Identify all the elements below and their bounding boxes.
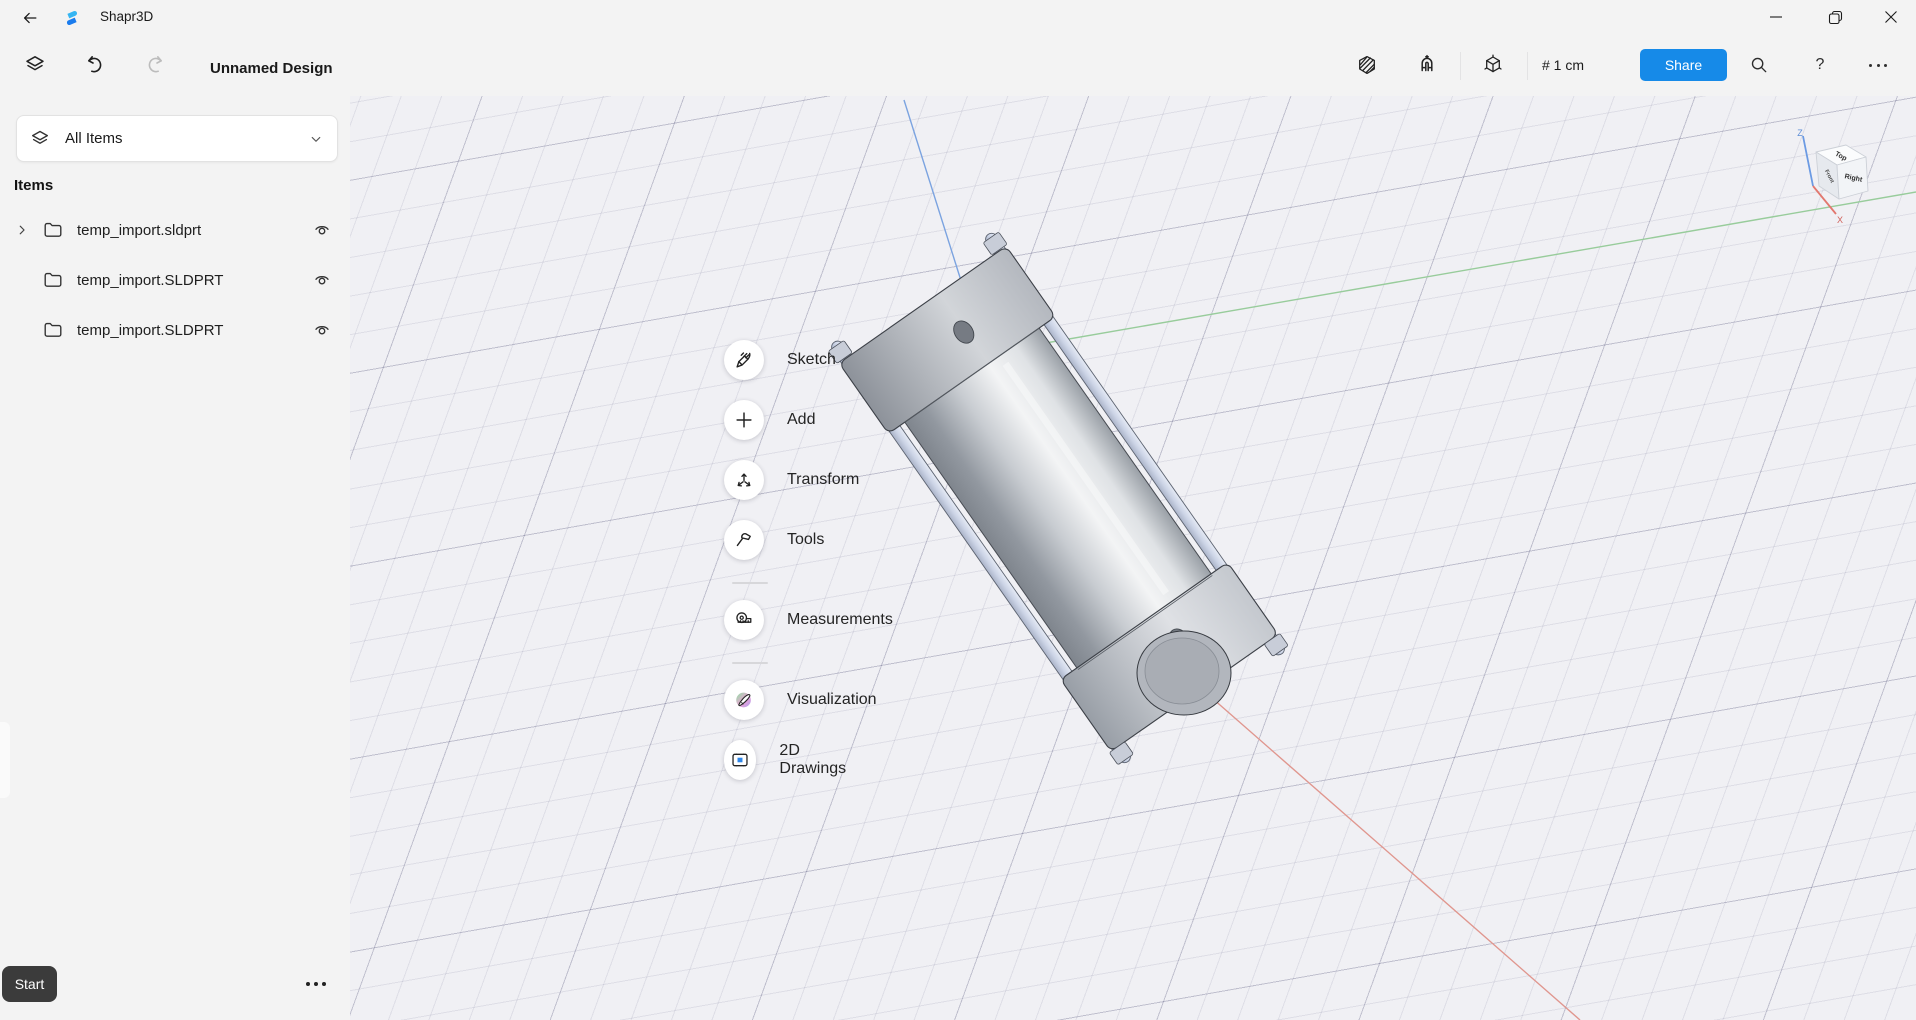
undo-button[interactable] bbox=[78, 48, 112, 82]
close-icon bbox=[1883, 9, 1899, 25]
tool-menu-divider bbox=[732, 582, 768, 584]
help-button[interactable]: ? bbox=[1803, 48, 1837, 82]
view-cube-icon bbox=[1481, 53, 1505, 77]
visibility-toggle[interactable] bbox=[311, 269, 333, 291]
redo-icon bbox=[143, 53, 167, 77]
restore-button[interactable] bbox=[1812, 0, 1858, 34]
visualization-brush-icon bbox=[724, 680, 764, 720]
viewcube-x-label: X bbox=[1837, 215, 1843, 225]
items-panel-toggle[interactable] bbox=[18, 48, 52, 82]
magnet-icon bbox=[1415, 53, 1439, 77]
tool-tools[interactable]: Tools bbox=[724, 520, 824, 560]
layers-icon bbox=[23, 53, 47, 77]
expand-chevron-icon[interactable] bbox=[12, 223, 32, 237]
shapr3d-logo bbox=[61, 7, 83, 29]
hammer-icon bbox=[724, 520, 764, 560]
more-icon bbox=[1869, 64, 1887, 67]
tool-transform[interactable]: Transform bbox=[724, 460, 859, 500]
tool-tools-label: Tools bbox=[787, 531, 824, 549]
restore-icon bbox=[1827, 9, 1844, 26]
more-options-button[interactable] bbox=[1861, 48, 1895, 82]
sketch-pen-icon bbox=[724, 340, 764, 380]
item-row-2[interactable]: temp_import.SLDPRT bbox=[0, 259, 350, 301]
close-button[interactable] bbox=[1868, 0, 1914, 34]
start-button[interactable]: Start bbox=[2, 966, 57, 1002]
design-title[interactable]: Unnamed Design bbox=[210, 60, 333, 77]
tool-menu-divider bbox=[732, 662, 768, 664]
tool-sketch[interactable]: Sketch bbox=[724, 340, 836, 380]
sidebar-more-button[interactable] bbox=[306, 982, 326, 986]
item-name: temp_import.SLDPRT bbox=[77, 322, 223, 339]
item-row-3[interactable]: temp_import.SLDPRT bbox=[0, 309, 350, 351]
undo-icon bbox=[83, 53, 107, 77]
chevron-down-icon bbox=[307, 130, 325, 148]
tool-add[interactable]: Add bbox=[724, 400, 815, 440]
viewport-canvas[interactable]: Z X Top Front Right Sketch Add bbox=[350, 96, 1916, 1020]
tool-measurements[interactable]: Measurements bbox=[724, 600, 893, 640]
toolbar-divider bbox=[1527, 52, 1528, 80]
items-sidebar: All Items Items temp_import.sldprt temp_… bbox=[0, 96, 350, 1020]
snapping-button[interactable] bbox=[1410, 48, 1444, 82]
minimize-icon bbox=[1768, 9, 1784, 25]
tool-2d-drawings[interactable]: 2D Drawings bbox=[724, 740, 854, 780]
redo-button[interactable] bbox=[138, 48, 172, 82]
back-button[interactable] bbox=[14, 2, 46, 34]
grid-size-label: # 1 cm bbox=[1542, 57, 1584, 73]
folder-icon bbox=[42, 319, 64, 341]
item-name: temp_import.sldprt bbox=[77, 222, 201, 239]
tool-add-label: Add bbox=[787, 411, 815, 429]
item-name: temp_import.SLDPRT bbox=[77, 272, 223, 289]
tool-visualization[interactable]: Visualization bbox=[724, 680, 877, 720]
transform-arrows-icon bbox=[724, 460, 764, 500]
viewcube-z-label: Z bbox=[1797, 128, 1803, 138]
minimize-button[interactable] bbox=[1753, 0, 1799, 34]
plus-icon bbox=[724, 400, 764, 440]
sidebar-scrollbar[interactable] bbox=[0, 722, 10, 798]
section-view-button[interactable] bbox=[1350, 48, 1384, 82]
filter-label: All Items bbox=[65, 130, 123, 147]
folder-icon bbox=[42, 269, 64, 291]
item-row-1[interactable]: temp_import.sldprt bbox=[0, 209, 350, 251]
tool-measurements-label: Measurements bbox=[787, 611, 893, 629]
help-icon: ? bbox=[1816, 56, 1825, 74]
tool-visualization-label: Visualization bbox=[787, 691, 877, 709]
measuring-tape-icon bbox=[724, 600, 764, 640]
grid-size-button[interactable]: # 1 cm bbox=[1534, 48, 1592, 82]
folder-icon bbox=[42, 219, 64, 241]
search-icon bbox=[1748, 54, 1770, 76]
layers-icon bbox=[29, 128, 51, 150]
hatched-cube-icon bbox=[1355, 53, 1379, 77]
viewport-grid bbox=[350, 96, 1916, 1020]
visibility-toggle[interactable] bbox=[311, 219, 333, 241]
share-button[interactable]: Share bbox=[1640, 49, 1727, 81]
visibility-toggle[interactable] bbox=[311, 319, 333, 341]
items-section-title: Items bbox=[14, 177, 53, 194]
window-title: Shapr3D bbox=[100, 9, 153, 24]
main-toolbar: Unnamed Design # 1 cm Share ? bbox=[0, 36, 1916, 96]
back-icon bbox=[20, 8, 40, 28]
item-filter-dropdown[interactable]: All Items bbox=[16, 115, 338, 162]
tool-2d-drawings-label: 2D Drawings bbox=[779, 742, 853, 778]
tool-transform-label: Transform bbox=[787, 471, 859, 489]
blueprint-icon bbox=[724, 740, 756, 780]
title-bar: Shapr3D bbox=[0, 0, 1916, 36]
view-orientation-button[interactable] bbox=[1476, 48, 1510, 82]
tool-sketch-label: Sketch bbox=[787, 351, 836, 369]
toolbar-divider bbox=[1460, 52, 1461, 80]
search-button[interactable] bbox=[1742, 48, 1776, 82]
